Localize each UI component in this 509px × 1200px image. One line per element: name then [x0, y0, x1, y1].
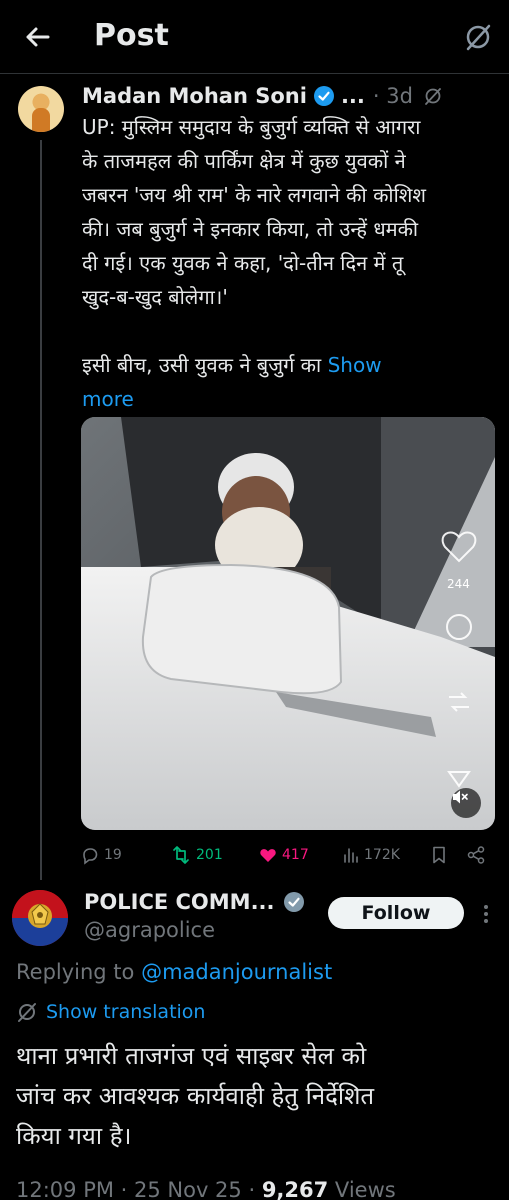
reply-text-line: किया गया है। — [16, 1122, 132, 1150]
post-timestamp[interactable]: · 3d — [373, 84, 413, 108]
speaker-muted-icon — [453, 790, 468, 804]
post-author-row: Madan Mohan Soni ... · 3d — [82, 80, 443, 112]
verified-badge-grey-icon — [283, 892, 304, 912]
post-text-line: जबरन 'जय श्री राम' के नारे लगवाने की कोश… — [82, 183, 426, 207]
avatar[interactable] — [12, 890, 68, 946]
page-title: Post — [94, 18, 169, 53]
grok-icon[interactable] — [463, 22, 493, 52]
repost-button[interactable]: 201 — [170, 842, 223, 868]
like-button[interactable]: 417 — [258, 842, 309, 868]
replying-prefix: Replying to — [16, 960, 142, 984]
video-like-count: 244 — [447, 577, 470, 591]
post-text-line: खुद-ब-खुद बोलेगा।' — [82, 285, 228, 309]
verified-badge-icon — [313, 86, 334, 106]
post-text-line: की। जब बुजुर्ग ने इनकार किया, तो उन्हें … — [82, 217, 419, 241]
like-count: 417 — [282, 847, 309, 863]
reply-author-row: POLICE COMM... — [84, 888, 305, 916]
repost-icon — [173, 846, 189, 864]
grok-icon — [18, 1003, 36, 1022]
post-text-line: more — [82, 382, 502, 416]
reply-icon — [83, 848, 98, 865]
top-bar: Post — [0, 0, 509, 74]
post-text-line: इसी बीच, उसी युवक ने बुजुर्ग का Show — [82, 348, 502, 382]
author-name[interactable]: POLICE COMM... — [84, 890, 275, 914]
reply-view-count: 9,267 — [261, 1178, 329, 1200]
arrow-left-icon[interactable] — [22, 22, 52, 52]
author-name[interactable]: Madan Mohan Soni — [82, 84, 307, 108]
post-video[interactable] — [81, 417, 495, 830]
repost-count: 201 — [196, 847, 223, 863]
share-icon — [467, 846, 485, 864]
author-handle[interactable]: @agrapolice — [84, 918, 215, 942]
avatar[interactable] — [18, 86, 64, 132]
more-options-icon[interactable] — [480, 902, 492, 926]
name-truncation: ... — [340, 84, 365, 108]
post-action-bar: 19 201 417 172K — [80, 842, 490, 868]
views-chart-icon — [344, 848, 358, 863]
post-text-line: दी गई। एक युवक ने कहा, 'दो-तीन दिन में त… — [82, 251, 404, 275]
thread-connector — [40, 140, 42, 880]
view-count: 172K — [364, 847, 400, 863]
reply-button[interactable]: 19 — [80, 842, 122, 868]
post-text-line: UP: मुस्लिम समुदाय के बुजुर्ग व्यक्ति से… — [82, 115, 421, 139]
post-body: UP: मुस्लिम समुदाय के बुजुर्ग व्यक्ति से… — [82, 110, 502, 416]
heart-filled-icon — [260, 849, 276, 862]
replying-to-line: Replying to @madanjournalist — [16, 960, 332, 984]
show-more-link[interactable]: Show — [328, 353, 382, 377]
views-button[interactable]: 172K — [342, 842, 400, 868]
bookmark-button[interactable] — [430, 842, 448, 868]
reply-body: थाना प्रभारी ताजगंज एवं साइबर सेल को जां… — [16, 1036, 496, 1156]
mute-button[interactable] — [451, 788, 481, 818]
video-frame-image — [81, 417, 495, 830]
police-emblem-icon — [12, 890, 68, 946]
show-translation-label: Show translation — [46, 1001, 206, 1023]
show-more-link[interactable]: more — [82, 387, 134, 411]
reply-text-line: जांच कर आवश्यक कार्यवाही हेतु निर्देशित — [16, 1082, 375, 1110]
reply-count: 19 — [104, 847, 122, 863]
post-datetime: 12:09 PM · 25 Nov 25 · — [16, 1178, 262, 1200]
views-label: Views — [328, 1178, 396, 1200]
replying-mention-link[interactable]: @madanjournalist — [141, 960, 332, 984]
post-metadata: 12:09 PM · 25 Nov 25 · 9,267 Views — [16, 1178, 396, 1200]
follow-button[interactable]: Follow — [328, 897, 464, 929]
post-text-fragment: इसी बीच, उसी युवक ने बुजुर्ग का — [82, 353, 328, 377]
share-button[interactable] — [466, 842, 486, 868]
grok-icon[interactable] — [423, 86, 443, 106]
show-translation-link[interactable]: Show translation — [16, 998, 205, 1026]
post-text-line: के ताजमहल की पार्किंग क्षेत्र में कुछ यु… — [82, 149, 406, 173]
bookmark-icon — [433, 846, 445, 864]
reply-text-line: थाना प्रभारी ताजगंज एवं साइबर सेल को — [16, 1042, 367, 1070]
